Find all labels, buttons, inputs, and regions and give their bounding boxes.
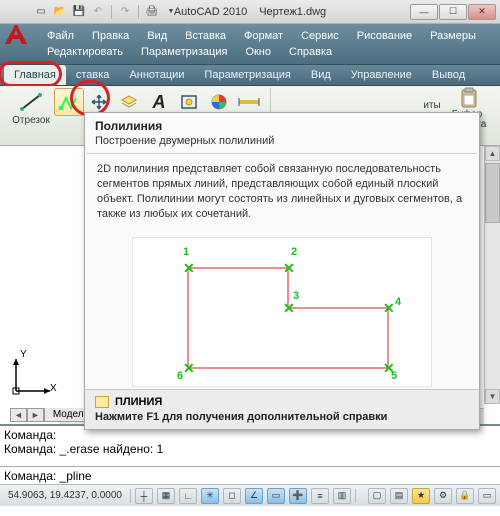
tab-manage[interactable]: Управление [341, 65, 422, 85]
status-layout-icon[interactable]: ▤ [390, 488, 408, 504]
menu-file[interactable]: Файл [38, 28, 83, 44]
text-icon: A [153, 92, 166, 113]
command-icon [95, 396, 109, 408]
move-icon [89, 93, 109, 111]
status-ortho-icon[interactable]: ∟ [179, 488, 197, 504]
status-coords[interactable]: 54.9063, 19.4237, 0.0000 [4, 490, 126, 501]
maximize-button[interactable]: ☐ [439, 4, 467, 20]
vertical-scrollbar[interactable]: ▲ ▼ [484, 146, 500, 404]
status-ducs-icon[interactable]: ▭ [267, 488, 285, 504]
menu-view[interactable]: Вид [138, 28, 176, 44]
axis-x-label: X [50, 383, 57, 394]
block-icon [179, 93, 199, 111]
menu-bar: Файл Правка Вид Вставка Формат Сервис Ри… [0, 24, 500, 65]
status-osnap-icon[interactable]: ◻ [223, 488, 241, 504]
tooltip-illustration: ✕1 ✕2 ✕3 ✕4 ✕5 ✕6 [132, 237, 432, 387]
undo-icon[interactable]: ↶ [90, 4, 106, 20]
line-label: Отрезок [12, 115, 50, 126]
menu-service[interactable]: Сервис [292, 28, 348, 44]
status-lwt-icon[interactable]: ≡ [311, 488, 329, 504]
menu-edit[interactable]: Правка [83, 28, 138, 44]
status-workspace-icon[interactable]: ⚙ [434, 488, 452, 504]
tooltip-f1-hint: Нажмите F1 для получения дополнительной … [95, 411, 469, 423]
tab-output[interactable]: Вывод [422, 65, 475, 85]
redo-icon[interactable]: ↷ [117, 4, 133, 20]
status-annoscale-icon[interactable]: ★ [412, 488, 430, 504]
color-wheel-icon [209, 93, 229, 111]
tooltip-subtitle: Построение двумерных полилиний [85, 135, 479, 153]
status-bar: 54.9063, 19.4237, 0.0000 ┼ ▦ ∟ ✳ ◻ ∠ ▭ ➕… [0, 484, 500, 506]
open-icon[interactable]: 📂 [52, 4, 68, 20]
status-grid-icon[interactable]: ▦ [157, 488, 175, 504]
menu-format[interactable]: Формат [235, 28, 292, 44]
layout-tabs: ◄ ► Модел [10, 408, 93, 422]
status-model-icon[interactable]: ▢ [368, 488, 386, 504]
tab-parametric[interactable]: Параметризация [194, 65, 300, 85]
polyline-icon [59, 93, 79, 111]
scroll-down-icon[interactable]: ▼ [485, 389, 500, 404]
tab-nav-left-icon[interactable]: ◄ [10, 408, 27, 422]
ucs-icon: Y X [10, 353, 54, 400]
menu-param[interactable]: Параметризация [132, 44, 236, 60]
ribbon-tab-row: Главная ставка Аннотации Параметризация … [0, 65, 500, 86]
layers-icon [119, 93, 139, 111]
status-polar-icon[interactable]: ✳ [201, 488, 219, 504]
status-otrack-icon[interactable]: ∠ [245, 488, 263, 504]
status-snap-icon[interactable]: ┼ [135, 488, 153, 504]
application-menu-button[interactable] [2, 22, 30, 46]
quick-access-toolbar: ▭ 📂 💾 ↶ ↷ 🖨 ▼ [4, 4, 179, 20]
minimize-button[interactable]: — [410, 4, 438, 20]
save-icon[interactable]: 💾 [71, 4, 87, 20]
cmd-line: Команда: _.erase найдено: 1 [4, 442, 496, 456]
tab-annotate[interactable]: Аннотации [119, 65, 194, 85]
menu-draw[interactable]: Рисование [348, 28, 421, 44]
tab-view[interactable]: Вид [301, 65, 341, 85]
axis-y-label: Y [20, 349, 27, 360]
close-button[interactable]: ✕ [468, 4, 496, 20]
tooltip-body: 2D полилиния представляет собой связанну… [85, 154, 479, 229]
tooltip-command: ПЛИНИЯ [115, 396, 162, 408]
line-button[interactable]: Отрезок [8, 88, 54, 128]
line-icon [17, 90, 45, 114]
menu-window[interactable]: Окно [236, 44, 280, 60]
document-title: Чертеж1.dwg [259, 6, 326, 18]
menu-insert[interactable]: Вставка [176, 28, 235, 44]
clipboard-icon [455, 87, 483, 109]
new-icon[interactable]: ▭ [33, 4, 49, 20]
tooltip-title: Полилиния [85, 113, 479, 135]
status-clean-icon[interactable]: ▭ [478, 488, 496, 504]
app-title: AutoCAD 2010 [174, 6, 247, 18]
status-lock-icon[interactable]: 🔒 [456, 488, 474, 504]
menu-help[interactable]: Справка [280, 44, 341, 60]
measure-icon [237, 93, 261, 111]
print-icon[interactable]: 🖨 [144, 4, 160, 20]
tooltip-polyline: Полилиния Построение двумерных полилиний… [84, 112, 480, 430]
polyline-button[interactable] [54, 88, 84, 116]
status-qp-icon[interactable]: ▥ [333, 488, 351, 504]
command-input[interactable]: Команда: _pline [0, 466, 500, 484]
scroll-thumb[interactable] [485, 163, 500, 223]
status-dyn-icon[interactable]: ➕ [289, 488, 307, 504]
menu-dim[interactable]: Размеры [421, 28, 485, 44]
menu-modify[interactable]: Редактировать [38, 44, 132, 60]
tab-nav-right-icon[interactable]: ► [27, 408, 44, 422]
tab-home[interactable]: Главная [4, 65, 66, 85]
title-bar: ▭ 📂 💾 ↶ ↷ 🖨 ▼ AutoCAD 2010 Чертеж1.dwg —… [0, 0, 500, 24]
scroll-up-icon[interactable]: ▲ [485, 146, 500, 161]
tab-insert[interactable]: ставка [66, 65, 120, 85]
